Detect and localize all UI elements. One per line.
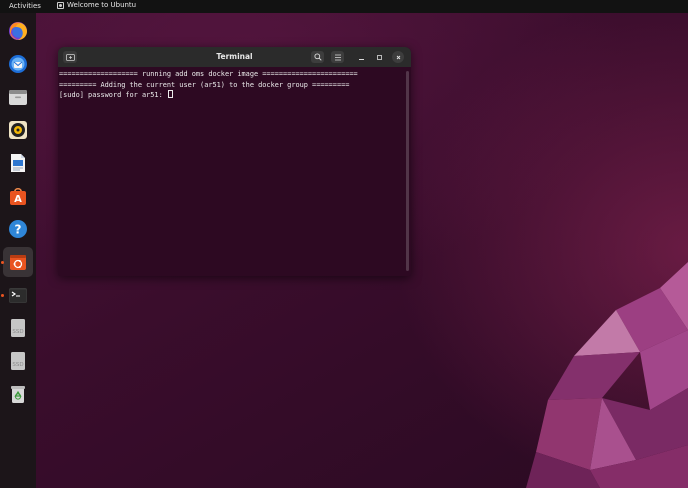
ubuntu-welcome-icon bbox=[10, 255, 26, 270]
hamburger-menu-icon bbox=[334, 54, 341, 60]
app-menu[interactable]: Welcome to Ubuntu bbox=[57, 1, 136, 9]
svg-text:SSD: SSD bbox=[12, 362, 23, 368]
terminal-prompt-line: [sudo] password for ar51: bbox=[59, 90, 411, 101]
files-icon bbox=[9, 90, 27, 105]
dock-item-software[interactable]: A bbox=[3, 181, 33, 211]
terminal-titlebar[interactable]: Terminal bbox=[58, 47, 411, 67]
trash-icon bbox=[11, 386, 25, 403]
running-indicator bbox=[1, 294, 4, 297]
minimize-icon bbox=[359, 58, 364, 60]
minimize-button[interactable] bbox=[355, 51, 368, 63]
maximize-icon bbox=[377, 54, 382, 60]
search-icon bbox=[313, 53, 322, 61]
dock-item-drive-2[interactable]: SSD bbox=[3, 346, 33, 376]
close-button[interactable] bbox=[392, 51, 404, 63]
thunderbird-icon bbox=[9, 55, 27, 73]
terminal-line: ========= Adding the current user (ar51)… bbox=[59, 80, 350, 89]
dock-item-trash[interactable] bbox=[3, 379, 33, 409]
app-menu-icon bbox=[57, 1, 64, 9]
dock-item-help[interactable]: ? bbox=[3, 214, 33, 244]
app-menu-label: Welcome to Ubuntu bbox=[67, 1, 137, 9]
terminal-line: =================== running add oms dock… bbox=[59, 70, 358, 78]
svg-text:?: ? bbox=[15, 223, 22, 237]
close-icon bbox=[396, 55, 400, 59]
text-cursor bbox=[167, 90, 173, 98]
dock-item-files[interactable] bbox=[3, 82, 33, 112]
svg-text:SSD: SSD bbox=[12, 329, 23, 335]
ssd-drive-icon: SSD bbox=[11, 319, 25, 337]
help-icon: ? bbox=[9, 220, 27, 238]
firefox-icon bbox=[9, 22, 27, 40]
terminal-window[interactable]: Terminal =================== running add… bbox=[58, 47, 411, 276]
hamburger-menu-button[interactable] bbox=[331, 51, 344, 63]
search-button[interactable] bbox=[311, 51, 324, 63]
dock-item-terminal[interactable] bbox=[3, 280, 33, 310]
dock-item-drive-1[interactable]: SSD bbox=[3, 313, 33, 343]
dock-item-welcome[interactable] bbox=[3, 247, 33, 277]
activities-button[interactable]: Activities bbox=[9, 2, 41, 10]
dock-item-rhythmbox[interactable] bbox=[3, 115, 33, 145]
writer-icon bbox=[11, 154, 25, 172]
svg-text:A: A bbox=[14, 194, 22, 205]
terminal-icon bbox=[9, 288, 27, 303]
dock: A ? SSD SSD bbox=[0, 13, 36, 488]
ssd-drive-icon: SSD bbox=[11, 352, 25, 370]
top-bar: Activities Welcome to Ubuntu bbox=[0, 0, 688, 13]
dock-item-writer[interactable] bbox=[3, 148, 33, 178]
maximize-button[interactable] bbox=[373, 51, 386, 63]
running-indicator bbox=[1, 261, 4, 264]
dock-item-firefox[interactable] bbox=[3, 16, 33, 46]
dock-item-thunderbird[interactable] bbox=[3, 49, 33, 79]
software-icon: A bbox=[10, 188, 26, 205]
terminal-scrollbar[interactable] bbox=[406, 71, 409, 271]
sudo-password-prompt: [sudo] password for ar51: bbox=[59, 91, 167, 99]
rhythmbox-icon bbox=[9, 121, 27, 139]
terminal-output[interactable]: =================== running add oms dock… bbox=[58, 67, 411, 276]
